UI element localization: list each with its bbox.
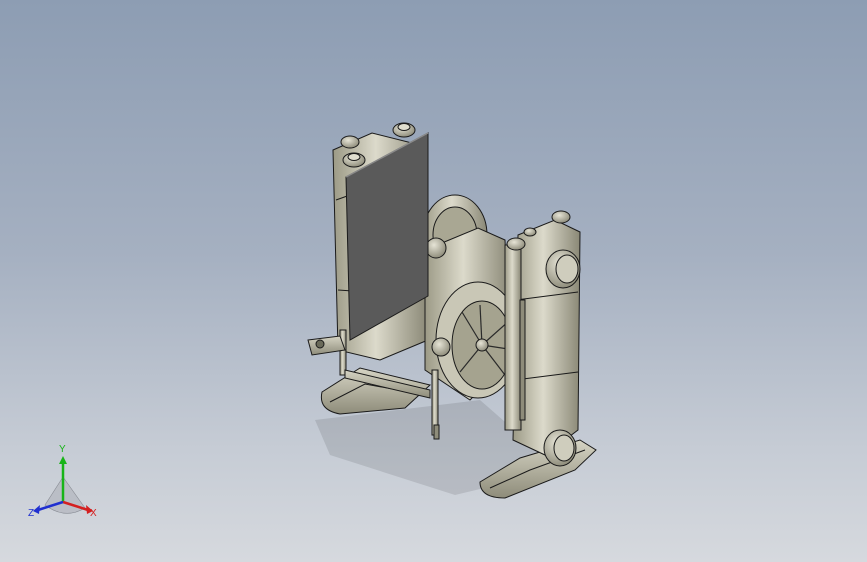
- triad-x-label: X: [90, 508, 97, 519]
- graphics-viewport[interactable]: Y X Z: [0, 0, 867, 562]
- triad-y-label: Y: [59, 444, 66, 455]
- triad-y-arrow: [59, 456, 67, 464]
- coordinate-triad: Y X Z: [28, 444, 97, 519]
- triad-z-label: Z: [28, 508, 34, 519]
- pump-3d-model[interactable]: [0, 0, 867, 562]
